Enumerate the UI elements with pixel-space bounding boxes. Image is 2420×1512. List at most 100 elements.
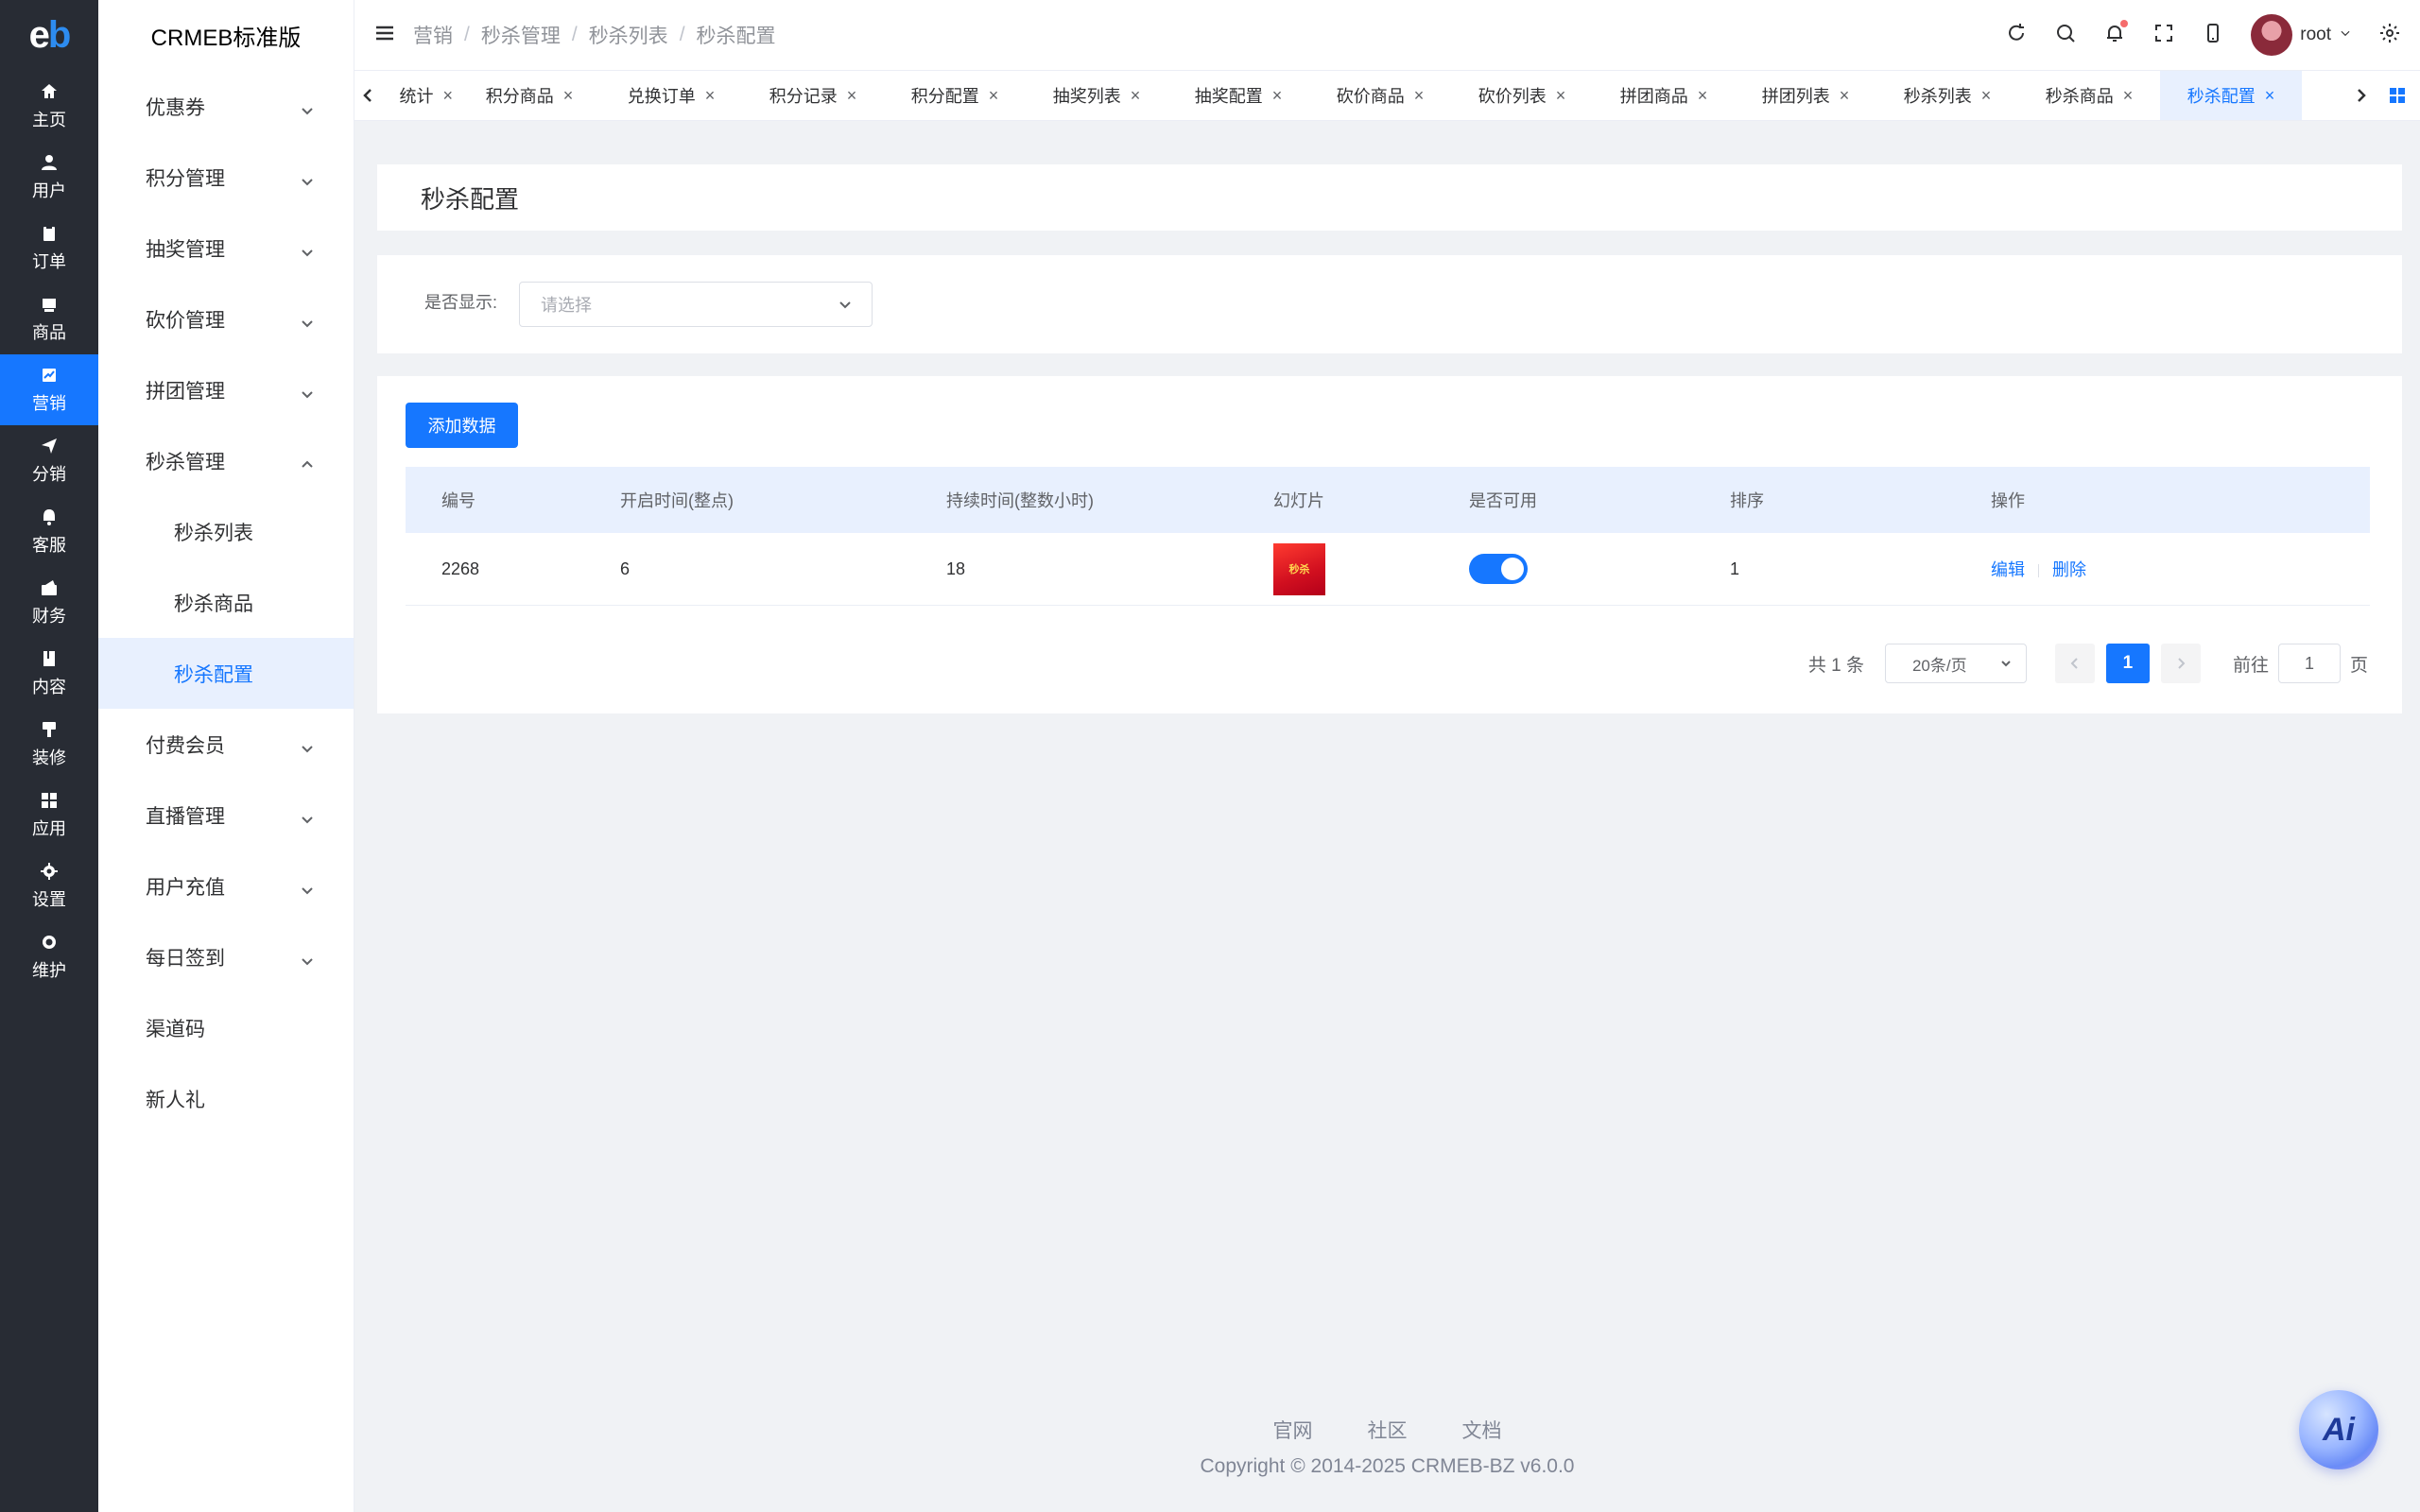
close-icon[interactable]: × xyxy=(1698,86,1708,106)
menu-bargain[interactable]: 砍价管理 xyxy=(98,284,354,354)
tabs-scroll-right[interactable] xyxy=(2346,71,2375,120)
menu-recharge[interactable]: 用户充值 xyxy=(98,850,354,921)
chevron-right-icon xyxy=(2178,658,2186,669)
total-count: 共 1 条 xyxy=(1807,655,1864,676)
display-select[interactable]: 请选择 xyxy=(519,282,873,327)
nav-item-content[interactable]: 内容 xyxy=(0,638,98,709)
close-icon[interactable]: × xyxy=(1840,86,1850,106)
filter-card: 是否显示: 请选择 xyxy=(377,255,2402,353)
close-icon[interactable]: × xyxy=(1981,86,1992,106)
search-icon[interactable] xyxy=(2054,22,2077,49)
tab-seckill-config[interactable]: 秒杀配置 × xyxy=(2160,71,2302,120)
footer-link-official[interactable]: 官网 xyxy=(1273,1416,1313,1444)
tab-group-list[interactable]: 拼团列表 × xyxy=(1735,71,1876,120)
refresh-icon[interactable] xyxy=(2005,22,2028,49)
footer-link-community[interactable]: 社区 xyxy=(1368,1416,1408,1444)
close-icon[interactable]: × xyxy=(2123,86,2134,106)
breadcrumb-item[interactable]: 营销 xyxy=(413,21,453,49)
close-icon[interactable]: × xyxy=(705,86,716,106)
footer-link-docs[interactable]: 文档 xyxy=(1462,1416,1502,1444)
tab-seckill-products[interactable]: 秒杀商品 × xyxy=(2018,71,2160,120)
chevron-down-icon xyxy=(2339,25,2352,45)
close-icon[interactable]: × xyxy=(847,86,857,106)
nav-item-home[interactable]: 主页 xyxy=(0,71,98,142)
menu-lottery[interactable]: 抽奖管理 xyxy=(98,213,354,284)
bell-icon[interactable] xyxy=(2103,19,2129,49)
content-icon xyxy=(43,650,55,666)
nav-item-settings[interactable]: 设置 xyxy=(0,850,98,921)
menu-seckill-config[interactable]: 秒杀配置 xyxy=(98,638,354,709)
close-icon[interactable]: × xyxy=(989,86,999,106)
menu-signin[interactable]: 每日签到 xyxy=(98,921,354,992)
chevron-down-icon xyxy=(301,880,314,894)
close-icon[interactable]: × xyxy=(1556,86,1566,106)
goto-page-input[interactable]: 1 xyxy=(2277,644,2341,683)
slide-thumbnail[interactable]: 秒杀 xyxy=(1273,542,1325,595)
chevron-down-icon xyxy=(301,809,314,823)
mobile-icon[interactable] xyxy=(2202,22,2224,49)
close-icon[interactable]: × xyxy=(442,86,453,106)
service-icon xyxy=(43,508,55,525)
tab-group-products[interactable]: 拼团商品 × xyxy=(1593,71,1735,120)
ai-assistant-button[interactable]: Ai xyxy=(2299,1390,2378,1469)
nav-item-product[interactable]: 商品 xyxy=(0,284,98,354)
menu-points[interactable]: 积分管理 xyxy=(98,142,354,213)
nav-item-apps[interactable]: 应用 xyxy=(0,780,98,850)
brand-title: CRMEB标准版 xyxy=(150,26,302,51)
add-data-button[interactable]: 添加数据 xyxy=(406,403,518,448)
tab-points-products[interactable]: 积分商品 × xyxy=(458,71,600,120)
enabled-toggle[interactable] xyxy=(1469,554,1528,584)
nav-item-user[interactable]: 用户 xyxy=(0,142,98,213)
close-icon[interactable]: × xyxy=(1272,86,1283,106)
breadcrumb-item[interactable]: 秒杀管理 xyxy=(481,21,561,49)
nav-item-order[interactable]: 订单 xyxy=(0,213,98,284)
menu-paid-member[interactable]: 付费会员 xyxy=(98,709,354,780)
copyright: Copyright © 2014-2025 CRMEB-BZ v6.0.0 xyxy=(1200,1455,1575,1477)
breadcrumb-item[interactable]: 秒杀列表 xyxy=(589,21,668,49)
menu-seckill[interactable]: 秒杀管理 xyxy=(98,425,354,496)
nav-item-maintenance[interactable]: 维护 xyxy=(0,921,98,992)
gear-icon[interactable] xyxy=(2378,22,2401,49)
menu-coupon[interactable]: 优惠券 xyxy=(98,71,354,142)
tab-exchange-orders[interactable]: 兑换订单 × xyxy=(600,71,742,120)
tab-lottery-list[interactable]: 抽奖列表 × xyxy=(1026,71,1167,120)
tab-stats[interactable]: 统计 × xyxy=(383,71,458,120)
menu-group[interactable]: 拼团管理 xyxy=(98,354,354,425)
menu-channel-code[interactable]: 渠道码 xyxy=(98,992,354,1063)
menu-seckill-products[interactable]: 秒杀商品 xyxy=(98,567,354,638)
nav-item-distribution[interactable]: 分销 xyxy=(0,425,98,496)
tab-bargain-products[interactable]: 砍价商品 × xyxy=(1309,71,1451,120)
page-number-current[interactable]: 1 xyxy=(2105,644,2150,683)
fullscreen-icon[interactable] xyxy=(2152,22,2175,49)
tabs-menu[interactable] xyxy=(2375,71,2420,120)
next-page-button[interactable] xyxy=(2160,644,2201,683)
user-menu[interactable]: root xyxy=(2251,14,2352,56)
tab-lottery-config[interactable]: 抽奖配置 × xyxy=(1167,71,1309,120)
nav-item-service[interactable]: 客服 xyxy=(0,496,98,567)
nav-item-finance[interactable]: 财务 xyxy=(0,567,98,638)
tab-seckill-list[interactable]: 秒杀列表 × xyxy=(1876,71,2018,120)
close-icon[interactable]: × xyxy=(1414,86,1425,106)
menu-seckill-list[interactable]: 秒杀列表 xyxy=(98,496,354,567)
app-logo[interactable]: eb xyxy=(0,0,98,71)
menu-newcomer-gift[interactable]: 新人礼 xyxy=(98,1063,354,1134)
prev-page-button[interactable] xyxy=(2054,644,2095,683)
close-icon[interactable]: × xyxy=(2265,86,2275,106)
close-icon[interactable]: × xyxy=(1131,86,1141,106)
menu-toggle-icon[interactable] xyxy=(373,22,396,49)
tab-points-records[interactable]: 积分记录 × xyxy=(742,71,884,120)
avatar[interactable] xyxy=(2251,14,2293,56)
table-card: 添加数据 编号 开启时间(整点) 持续时间(整数小时) 幻灯片 是否可用 排序 … xyxy=(377,376,2402,713)
tab-bargain-list[interactable]: 砍价列表 × xyxy=(1451,71,1593,120)
chevron-down-icon xyxy=(301,384,314,398)
tab-points-config[interactable]: 积分配置 × xyxy=(884,71,1026,120)
close-icon[interactable]: × xyxy=(563,86,574,106)
menu-live[interactable]: 直播管理 xyxy=(98,780,354,850)
delete-link[interactable]: 删除 xyxy=(2052,560,2086,579)
nav-item-decorate[interactable]: 装修 xyxy=(0,709,98,780)
tabs-scroll-left[interactable] xyxy=(354,71,383,120)
nav-item-marketing[interactable]: 营销 xyxy=(0,354,98,425)
order-icon xyxy=(43,224,55,241)
edit-link[interactable]: 编辑 xyxy=(1991,560,2025,579)
page-size-select[interactable]: 20条/页 xyxy=(1884,644,2027,683)
